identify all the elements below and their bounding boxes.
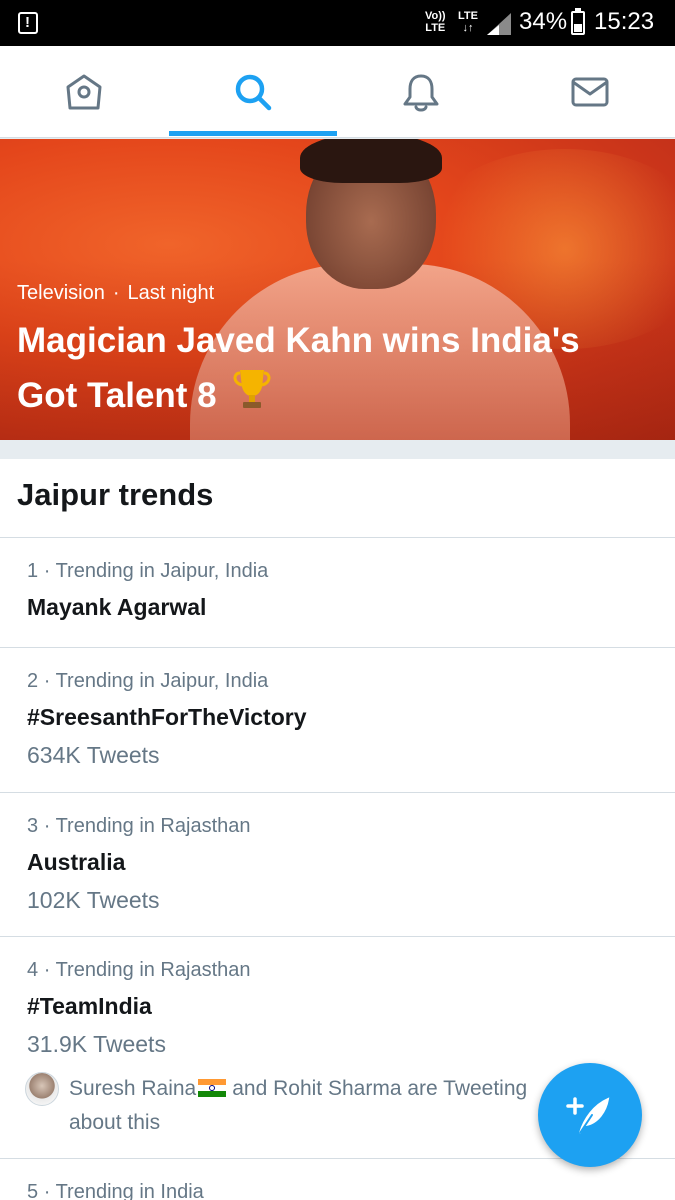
featured-moment[interactable]: Television · Last night Magician Javed Kah… — [0, 139, 675, 440]
home-icon — [66, 74, 102, 110]
compose-tweet-icon — [566, 1097, 610, 1134]
lte-indicator: LTE ↓↑ — [458, 10, 478, 34]
clock: 15:23 — [594, 8, 655, 35]
trend-tweet-count: 102K Tweets — [27, 887, 160, 913]
social-context-text: Suresh Raina and Rohit Sharma are Tweetin… — [69, 1077, 528, 1134]
signal-level — [487, 25, 499, 35]
tab-messages[interactable] — [506, 46, 674, 138]
compose-tweet-button[interactable] — [538, 1063, 642, 1167]
battery-icon — [571, 8, 585, 35]
trend-name: Australia — [27, 849, 126, 875]
trend-item[interactable]: 2 · Trending in Jaipur, India #Sreesanth… — [0, 648, 675, 793]
tab-home[interactable] — [0, 46, 168, 138]
search-icon — [235, 74, 272, 111]
status-bar: Vo))LTE LTE↓↑ 34% 15:23 — [0, 0, 675, 46]
active-tab-indicator — [169, 131, 337, 136]
tab-bar — [0, 46, 675, 138]
trend-item[interactable]: 1 · Trending in Jaipur, India Mayank Aga… — [0, 538, 675, 648]
trend-name: #TeamIndia — [27, 993, 152, 1019]
tab-search[interactable] — [169, 46, 337, 138]
bell-icon — [403, 74, 439, 112]
india-flag-icon — [198, 1079, 227, 1097]
trend-context: 1 · Trending in Jaipur, India — [27, 560, 269, 582]
hero-category: Television — [17, 282, 105, 304]
mail-icon — [571, 77, 609, 107]
trend-tweet-count: 634K Tweets — [27, 742, 160, 768]
trend-context: 3 · Trending in Rajasthan — [27, 815, 251, 837]
trend-name: Mayank Agarwal — [27, 594, 207, 620]
hero-title: Magician Javed Kahn wins India's Got Tal… — [17, 321, 580, 415]
trend-name: #SreesanthForTheVictory — [27, 704, 307, 730]
battery-percent: 34% — [519, 8, 568, 35]
hero-time: Last night — [127, 282, 215, 304]
battery-level — [574, 24, 582, 32]
trend-tweet-count: 31.9K Tweets — [27, 1031, 166, 1057]
alert-icon — [18, 12, 38, 34]
volte-indicator: Vo)) LTE — [425, 10, 446, 34]
hero-meta: Television · Last night — [17, 282, 215, 304]
trend-item[interactable]: 3 · Trending in Rajasthan Australia 102K… — [0, 793, 675, 937]
trophy-icon — [233, 370, 271, 408]
avatar — [25, 1072, 59, 1106]
trend-item[interactable]: 5 · Trending in India — [0, 1159, 675, 1200]
trend-context: 4 · Trending in Rajasthan — [27, 959, 251, 981]
tab-notifications[interactable] — [337, 46, 505, 138]
trend-context: 5 · Trending in India — [27, 1181, 204, 1200]
trends-title: Jaipur trends — [17, 477, 214, 512]
trend-context: 2 · Trending in Jaipur, India — [27, 670, 269, 692]
